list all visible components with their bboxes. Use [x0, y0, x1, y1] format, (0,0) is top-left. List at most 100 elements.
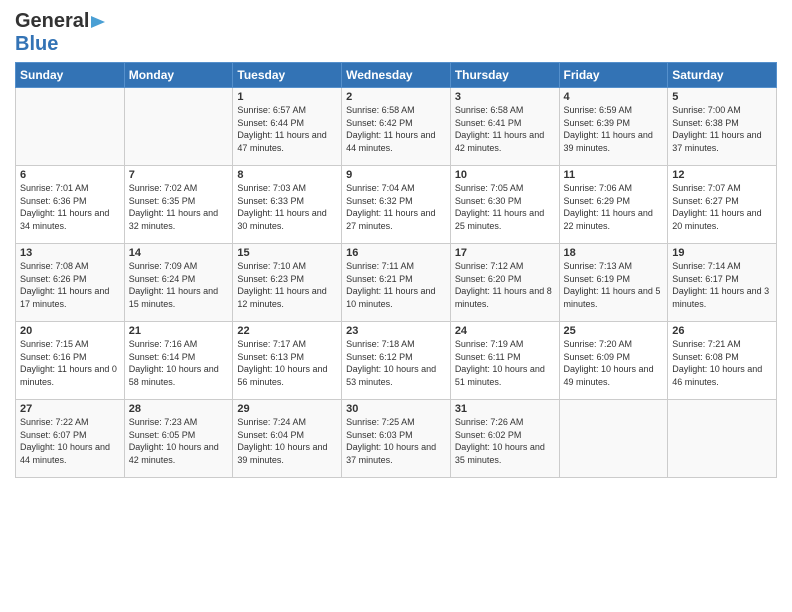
day-info: Sunrise: 7:02 AM Sunset: 6:35 PM Dayligh…: [129, 182, 229, 232]
day-cell: 4Sunrise: 6:59 AM Sunset: 6:39 PM Daylig…: [559, 88, 668, 166]
day-cell: [124, 88, 233, 166]
day-number: 18: [564, 247, 664, 259]
day-number: 17: [455, 247, 555, 259]
day-number: 3: [455, 91, 555, 103]
day-info: Sunrise: 7:11 AM Sunset: 6:21 PM Dayligh…: [346, 260, 446, 310]
day-number: 27: [20, 403, 120, 415]
day-number: 21: [129, 325, 229, 337]
day-number: 23: [346, 325, 446, 337]
day-cell: 3Sunrise: 6:58 AM Sunset: 6:41 PM Daylig…: [450, 88, 559, 166]
header-cell-saturday: Saturday: [668, 63, 777, 88]
header: General Blue: [15, 10, 777, 56]
day-cell: 24Sunrise: 7:19 AM Sunset: 6:11 PM Dayli…: [450, 322, 559, 400]
day-info: Sunrise: 6:59 AM Sunset: 6:39 PM Dayligh…: [564, 104, 664, 154]
logo-blue: Blue: [15, 33, 58, 55]
day-info: Sunrise: 7:08 AM Sunset: 6:26 PM Dayligh…: [20, 260, 120, 310]
day-cell: 7Sunrise: 7:02 AM Sunset: 6:35 PM Daylig…: [124, 166, 233, 244]
day-cell: 17Sunrise: 7:12 AM Sunset: 6:20 PM Dayli…: [450, 244, 559, 322]
day-number: 14: [129, 247, 229, 259]
header-cell-wednesday: Wednesday: [342, 63, 451, 88]
day-cell: 2Sunrise: 6:58 AM Sunset: 6:42 PM Daylig…: [342, 88, 451, 166]
day-number: 15: [237, 247, 337, 259]
day-info: Sunrise: 7:03 AM Sunset: 6:33 PM Dayligh…: [237, 182, 337, 232]
header-cell-monday: Monday: [124, 63, 233, 88]
day-cell: 20Sunrise: 7:15 AM Sunset: 6:16 PM Dayli…: [16, 322, 125, 400]
day-info: Sunrise: 7:17 AM Sunset: 6:13 PM Dayligh…: [237, 338, 337, 388]
day-number: 9: [346, 169, 446, 181]
day-number: 12: [672, 169, 772, 181]
day-cell: 14Sunrise: 7:09 AM Sunset: 6:24 PM Dayli…: [124, 244, 233, 322]
day-info: Sunrise: 7:14 AM Sunset: 6:17 PM Dayligh…: [672, 260, 772, 310]
day-cell: 8Sunrise: 7:03 AM Sunset: 6:33 PM Daylig…: [233, 166, 342, 244]
day-number: 8: [237, 169, 337, 181]
day-info: Sunrise: 7:22 AM Sunset: 6:07 PM Dayligh…: [20, 416, 120, 466]
day-cell: 10Sunrise: 7:05 AM Sunset: 6:30 PM Dayli…: [450, 166, 559, 244]
day-cell: 30Sunrise: 7:25 AM Sunset: 6:03 PM Dayli…: [342, 400, 451, 478]
day-cell: 21Sunrise: 7:16 AM Sunset: 6:14 PM Dayli…: [124, 322, 233, 400]
day-info: Sunrise: 7:16 AM Sunset: 6:14 PM Dayligh…: [129, 338, 229, 388]
day-info: Sunrise: 7:07 AM Sunset: 6:27 PM Dayligh…: [672, 182, 772, 232]
day-cell: 13Sunrise: 7:08 AM Sunset: 6:26 PM Dayli…: [16, 244, 125, 322]
day-info: Sunrise: 6:57 AM Sunset: 6:44 PM Dayligh…: [237, 104, 337, 154]
page-container: General Blue SundayMondayTuesdayWednesda…: [0, 0, 792, 483]
day-cell: 15Sunrise: 7:10 AM Sunset: 6:23 PM Dayli…: [233, 244, 342, 322]
day-cell: 26Sunrise: 7:21 AM Sunset: 6:08 PM Dayli…: [668, 322, 777, 400]
header-row: SundayMondayTuesdayWednesdayThursdayFrid…: [16, 63, 777, 88]
day-number: 24: [455, 325, 555, 337]
day-info: Sunrise: 7:04 AM Sunset: 6:32 PM Dayligh…: [346, 182, 446, 232]
day-cell: 28Sunrise: 7:23 AM Sunset: 6:05 PM Dayli…: [124, 400, 233, 478]
day-info: Sunrise: 7:20 AM Sunset: 6:09 PM Dayligh…: [564, 338, 664, 388]
week-row-1: 1Sunrise: 6:57 AM Sunset: 6:44 PM Daylig…: [16, 88, 777, 166]
day-number: 26: [672, 325, 772, 337]
day-cell: 25Sunrise: 7:20 AM Sunset: 6:09 PM Dayli…: [559, 322, 668, 400]
calendar-table: SundayMondayTuesdayWednesdayThursdayFrid…: [15, 62, 777, 478]
day-number: 11: [564, 169, 664, 181]
day-cell: [559, 400, 668, 478]
day-cell: 29Sunrise: 7:24 AM Sunset: 6:04 PM Dayli…: [233, 400, 342, 478]
week-row-5: 27Sunrise: 7:22 AM Sunset: 6:07 PM Dayli…: [16, 400, 777, 478]
day-number: 29: [237, 403, 337, 415]
calendar-body: 1Sunrise: 6:57 AM Sunset: 6:44 PM Daylig…: [16, 88, 777, 478]
day-cell: 23Sunrise: 7:18 AM Sunset: 6:12 PM Dayli…: [342, 322, 451, 400]
day-number: 4: [564, 91, 664, 103]
day-number: 13: [20, 247, 120, 259]
day-info: Sunrise: 7:05 AM Sunset: 6:30 PM Dayligh…: [455, 182, 555, 232]
header-cell-friday: Friday: [559, 63, 668, 88]
day-info: Sunrise: 7:13 AM Sunset: 6:19 PM Dayligh…: [564, 260, 664, 310]
header-cell-tuesday: Tuesday: [233, 63, 342, 88]
day-info: Sunrise: 7:19 AM Sunset: 6:11 PM Dayligh…: [455, 338, 555, 388]
week-row-4: 20Sunrise: 7:15 AM Sunset: 6:16 PM Dayli…: [16, 322, 777, 400]
day-number: 25: [564, 325, 664, 337]
day-cell: [668, 400, 777, 478]
day-cell: 16Sunrise: 7:11 AM Sunset: 6:21 PM Dayli…: [342, 244, 451, 322]
logo-general: General: [15, 10, 89, 33]
day-info: Sunrise: 7:18 AM Sunset: 6:12 PM Dayligh…: [346, 338, 446, 388]
day-number: 10: [455, 169, 555, 181]
day-number: 22: [237, 325, 337, 337]
day-info: Sunrise: 6:58 AM Sunset: 6:42 PM Dayligh…: [346, 104, 446, 154]
day-info: Sunrise: 7:01 AM Sunset: 6:36 PM Dayligh…: [20, 182, 120, 232]
day-info: Sunrise: 6:58 AM Sunset: 6:41 PM Dayligh…: [455, 104, 555, 154]
day-number: 20: [20, 325, 120, 337]
day-cell: 9Sunrise: 7:04 AM Sunset: 6:32 PM Daylig…: [342, 166, 451, 244]
day-cell: 31Sunrise: 7:26 AM Sunset: 6:02 PM Dayli…: [450, 400, 559, 478]
day-number: 31: [455, 403, 555, 415]
header-cell-thursday: Thursday: [450, 63, 559, 88]
day-info: Sunrise: 7:10 AM Sunset: 6:23 PM Dayligh…: [237, 260, 337, 310]
day-cell: 27Sunrise: 7:22 AM Sunset: 6:07 PM Dayli…: [16, 400, 125, 478]
day-number: 30: [346, 403, 446, 415]
day-info: Sunrise: 7:25 AM Sunset: 6:03 PM Dayligh…: [346, 416, 446, 466]
day-cell: 1Sunrise: 6:57 AM Sunset: 6:44 PM Daylig…: [233, 88, 342, 166]
day-cell: 18Sunrise: 7:13 AM Sunset: 6:19 PM Dayli…: [559, 244, 668, 322]
day-info: Sunrise: 7:00 AM Sunset: 6:38 PM Dayligh…: [672, 104, 772, 154]
day-info: Sunrise: 7:23 AM Sunset: 6:05 PM Dayligh…: [129, 416, 229, 466]
day-number: 6: [20, 169, 120, 181]
day-cell: 11Sunrise: 7:06 AM Sunset: 6:29 PM Dayli…: [559, 166, 668, 244]
day-info: Sunrise: 7:24 AM Sunset: 6:04 PM Dayligh…: [237, 416, 337, 466]
day-number: 16: [346, 247, 446, 259]
day-info: Sunrise: 7:15 AM Sunset: 6:16 PM Dayligh…: [20, 338, 120, 388]
day-cell: 22Sunrise: 7:17 AM Sunset: 6:13 PM Dayli…: [233, 322, 342, 400]
day-number: 19: [672, 247, 772, 259]
day-info: Sunrise: 7:06 AM Sunset: 6:29 PM Dayligh…: [564, 182, 664, 232]
day-number: 5: [672, 91, 772, 103]
